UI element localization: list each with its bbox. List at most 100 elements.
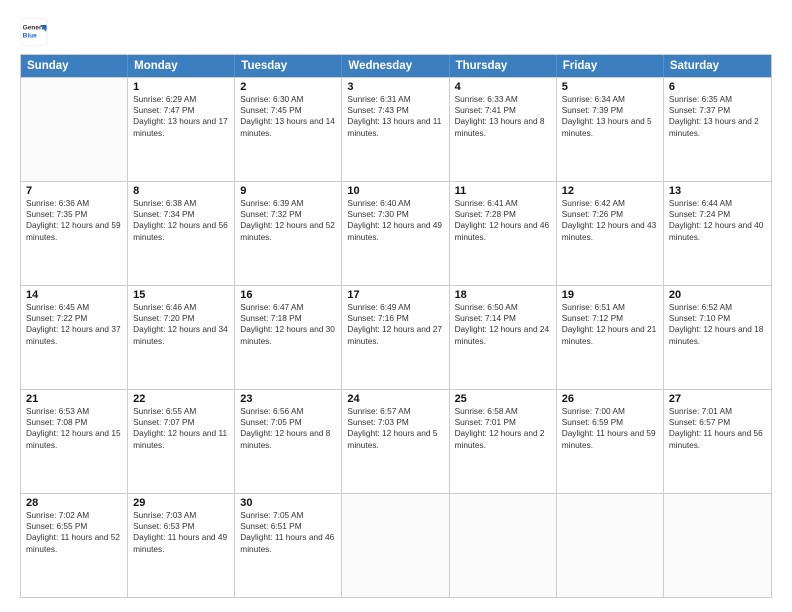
calendar-cell: 12Sunrise: 6:42 AM Sunset: 7:26 PM Dayli… [557, 182, 664, 285]
cell-date-number: 24 [347, 393, 443, 405]
calendar-cell [342, 494, 449, 597]
cell-sun-info: Sunrise: 6:53 AM Sunset: 7:08 PM Dayligh… [26, 406, 122, 451]
weekday-header-monday: Monday [128, 55, 235, 77]
calendar-cell: 18Sunrise: 6:50 AM Sunset: 7:14 PM Dayli… [450, 286, 557, 389]
cell-date-number: 2 [240, 81, 336, 93]
cell-sun-info: Sunrise: 6:52 AM Sunset: 7:10 PM Dayligh… [669, 302, 766, 347]
calendar-cell: 1Sunrise: 6:29 AM Sunset: 7:47 PM Daylig… [128, 78, 235, 181]
cell-sun-info: Sunrise: 7:05 AM Sunset: 6:51 PM Dayligh… [240, 510, 336, 555]
calendar-cell: 23Sunrise: 6:56 AM Sunset: 7:05 PM Dayli… [235, 390, 342, 493]
cell-date-number: 27 [669, 393, 766, 405]
cell-date-number: 30 [240, 497, 336, 509]
calendar-cell: 7Sunrise: 6:36 AM Sunset: 7:35 PM Daylig… [21, 182, 128, 285]
weekday-header-thursday: Thursday [450, 55, 557, 77]
cell-sun-info: Sunrise: 6:56 AM Sunset: 7:05 PM Dayligh… [240, 406, 336, 451]
calendar-cell: 8Sunrise: 6:38 AM Sunset: 7:34 PM Daylig… [128, 182, 235, 285]
cell-date-number: 28 [26, 497, 122, 509]
cell-sun-info: Sunrise: 6:46 AM Sunset: 7:20 PM Dayligh… [133, 302, 229, 347]
calendar-cell [450, 494, 557, 597]
cell-date-number: 23 [240, 393, 336, 405]
calendar-week-4: 21Sunrise: 6:53 AM Sunset: 7:08 PM Dayli… [21, 389, 771, 493]
cell-date-number: 10 [347, 185, 443, 197]
cell-date-number: 9 [240, 185, 336, 197]
cell-date-number: 3 [347, 81, 443, 93]
cell-date-number: 25 [455, 393, 551, 405]
calendar-cell: 17Sunrise: 6:49 AM Sunset: 7:16 PM Dayli… [342, 286, 449, 389]
cell-sun-info: Sunrise: 6:51 AM Sunset: 7:12 PM Dayligh… [562, 302, 658, 347]
cell-sun-info: Sunrise: 7:03 AM Sunset: 6:53 PM Dayligh… [133, 510, 229, 555]
cell-sun-info: Sunrise: 6:42 AM Sunset: 7:26 PM Dayligh… [562, 198, 658, 243]
cell-sun-info: Sunrise: 6:40 AM Sunset: 7:30 PM Dayligh… [347, 198, 443, 243]
cell-date-number: 1 [133, 81, 229, 93]
cell-date-number: 6 [669, 81, 766, 93]
cell-sun-info: Sunrise: 6:30 AM Sunset: 7:45 PM Dayligh… [240, 94, 336, 139]
cell-sun-info: Sunrise: 6:50 AM Sunset: 7:14 PM Dayligh… [455, 302, 551, 347]
logo-icon: General Blue [20, 18, 48, 46]
cell-sun-info: Sunrise: 6:47 AM Sunset: 7:18 PM Dayligh… [240, 302, 336, 347]
calendar-body: 1Sunrise: 6:29 AM Sunset: 7:47 PM Daylig… [21, 77, 771, 597]
calendar-cell: 15Sunrise: 6:46 AM Sunset: 7:20 PM Dayli… [128, 286, 235, 389]
calendar-cell: 21Sunrise: 6:53 AM Sunset: 7:08 PM Dayli… [21, 390, 128, 493]
cell-date-number: 16 [240, 289, 336, 301]
cell-sun-info: Sunrise: 6:31 AM Sunset: 7:43 PM Dayligh… [347, 94, 443, 139]
calendar-cell: 20Sunrise: 6:52 AM Sunset: 7:10 PM Dayli… [664, 286, 771, 389]
weekday-header-wednesday: Wednesday [342, 55, 449, 77]
calendar-cell: 26Sunrise: 7:00 AM Sunset: 6:59 PM Dayli… [557, 390, 664, 493]
cell-sun-info: Sunrise: 6:38 AM Sunset: 7:34 PM Dayligh… [133, 198, 229, 243]
calendar-cell: 5Sunrise: 6:34 AM Sunset: 7:39 PM Daylig… [557, 78, 664, 181]
calendar-cell: 10Sunrise: 6:40 AM Sunset: 7:30 PM Dayli… [342, 182, 449, 285]
cell-date-number: 8 [133, 185, 229, 197]
calendar-cell: 25Sunrise: 6:58 AM Sunset: 7:01 PM Dayli… [450, 390, 557, 493]
cell-sun-info: Sunrise: 6:39 AM Sunset: 7:32 PM Dayligh… [240, 198, 336, 243]
cell-sun-info: Sunrise: 6:55 AM Sunset: 7:07 PM Dayligh… [133, 406, 229, 451]
cell-date-number: 5 [562, 81, 658, 93]
cell-date-number: 19 [562, 289, 658, 301]
calendar-cell [664, 494, 771, 597]
calendar-cell: 14Sunrise: 6:45 AM Sunset: 7:22 PM Dayli… [21, 286, 128, 389]
weekday-header-saturday: Saturday [664, 55, 771, 77]
calendar-cell: 30Sunrise: 7:05 AM Sunset: 6:51 PM Dayli… [235, 494, 342, 597]
cell-sun-info: Sunrise: 6:35 AM Sunset: 7:37 PM Dayligh… [669, 94, 766, 139]
weekday-header-sunday: Sunday [21, 55, 128, 77]
calendar-cell: 13Sunrise: 6:44 AM Sunset: 7:24 PM Dayli… [664, 182, 771, 285]
cell-sun-info: Sunrise: 6:41 AM Sunset: 7:28 PM Dayligh… [455, 198, 551, 243]
weekday-header-tuesday: Tuesday [235, 55, 342, 77]
calendar-week-3: 14Sunrise: 6:45 AM Sunset: 7:22 PM Dayli… [21, 285, 771, 389]
calendar-header: SundayMondayTuesdayWednesdayThursdayFrid… [21, 55, 771, 77]
cell-sun-info: Sunrise: 6:49 AM Sunset: 7:16 PM Dayligh… [347, 302, 443, 347]
calendar-cell: 16Sunrise: 6:47 AM Sunset: 7:18 PM Dayli… [235, 286, 342, 389]
cell-sun-info: Sunrise: 6:45 AM Sunset: 7:22 PM Dayligh… [26, 302, 122, 347]
cell-date-number: 26 [562, 393, 658, 405]
cell-date-number: 4 [455, 81, 551, 93]
cell-sun-info: Sunrise: 6:36 AM Sunset: 7:35 PM Dayligh… [26, 198, 122, 243]
cell-date-number: 29 [133, 497, 229, 509]
cell-sun-info: Sunrise: 7:00 AM Sunset: 6:59 PM Dayligh… [562, 406, 658, 451]
calendar-cell: 4Sunrise: 6:33 AM Sunset: 7:41 PM Daylig… [450, 78, 557, 181]
cell-sun-info: Sunrise: 7:02 AM Sunset: 6:55 PM Dayligh… [26, 510, 122, 555]
calendar-cell: 29Sunrise: 7:03 AM Sunset: 6:53 PM Dayli… [128, 494, 235, 597]
cell-date-number: 14 [26, 289, 122, 301]
calendar-cell: 22Sunrise: 6:55 AM Sunset: 7:07 PM Dayli… [128, 390, 235, 493]
calendar-cell: 6Sunrise: 6:35 AM Sunset: 7:37 PM Daylig… [664, 78, 771, 181]
cell-date-number: 11 [455, 185, 551, 197]
cell-date-number: 22 [133, 393, 229, 405]
cell-date-number: 21 [26, 393, 122, 405]
cell-sun-info: Sunrise: 6:34 AM Sunset: 7:39 PM Dayligh… [562, 94, 658, 139]
cell-sun-info: Sunrise: 6:44 AM Sunset: 7:24 PM Dayligh… [669, 198, 766, 243]
cell-sun-info: Sunrise: 6:29 AM Sunset: 7:47 PM Dayligh… [133, 94, 229, 139]
logo: General Blue [20, 18, 48, 46]
calendar-cell: 3Sunrise: 6:31 AM Sunset: 7:43 PM Daylig… [342, 78, 449, 181]
calendar-cell: 19Sunrise: 6:51 AM Sunset: 7:12 PM Dayli… [557, 286, 664, 389]
cell-date-number: 17 [347, 289, 443, 301]
calendar-cell: 11Sunrise: 6:41 AM Sunset: 7:28 PM Dayli… [450, 182, 557, 285]
cell-date-number: 12 [562, 185, 658, 197]
cell-date-number: 13 [669, 185, 766, 197]
calendar-cell: 2Sunrise: 6:30 AM Sunset: 7:45 PM Daylig… [235, 78, 342, 181]
calendar: SundayMondayTuesdayWednesdayThursdayFrid… [20, 54, 772, 598]
calendar-week-2: 7Sunrise: 6:36 AM Sunset: 7:35 PM Daylig… [21, 181, 771, 285]
cell-date-number: 7 [26, 185, 122, 197]
cell-sun-info: Sunrise: 6:58 AM Sunset: 7:01 PM Dayligh… [455, 406, 551, 451]
calendar-week-5: 28Sunrise: 7:02 AM Sunset: 6:55 PM Dayli… [21, 493, 771, 597]
calendar-cell: 9Sunrise: 6:39 AM Sunset: 7:32 PM Daylig… [235, 182, 342, 285]
svg-text:Blue: Blue [23, 32, 38, 39]
